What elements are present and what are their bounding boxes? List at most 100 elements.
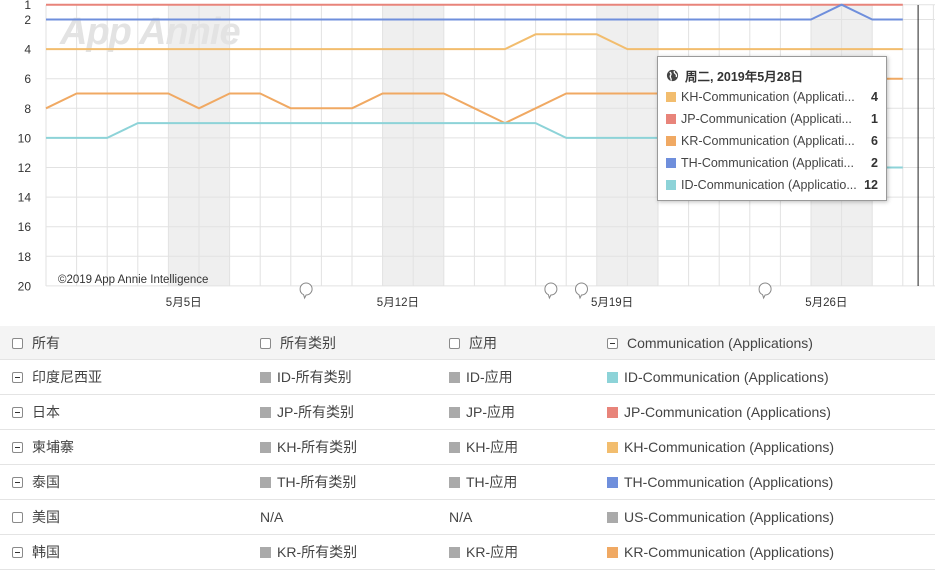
y-tick-label: 10 (18, 131, 32, 145)
y-tick-label: 4 (24, 43, 31, 57)
communication-swatch[interactable] (607, 407, 618, 418)
communication-swatch[interactable] (607, 372, 618, 383)
series-swatch (666, 114, 676, 124)
series-swatch (666, 158, 676, 168)
country-label: 柬埔寨 (32, 439, 74, 455)
tooltip-series-value: 1 (871, 112, 878, 126)
y-tick-label: 2 (24, 13, 31, 27)
annotation-marker[interactable] (299, 282, 313, 300)
category-swatch[interactable] (260, 442, 271, 453)
tooltip-series-value: 6 (871, 134, 878, 148)
table-row: 美国 N/A N/A US-Communication (Applications) (0, 499, 935, 535)
country-checkbox[interactable] (12, 442, 23, 453)
app-label: JP-应用 (466, 404, 515, 420)
country-checkbox[interactable] (12, 407, 23, 418)
app-label: TH-应用 (466, 474, 518, 490)
communication-label: KR-Communication (Applications) (624, 544, 835, 560)
x-tick-label: 5月19日 (591, 297, 633, 309)
header-all-label: 所有 (32, 334, 60, 351)
tooltip-row: KR-Communication (Applicati... 6 (666, 130, 878, 152)
tooltip-row: JP-Communication (Applicati... 1 (666, 108, 878, 130)
app-swatch[interactable] (449, 372, 460, 383)
annotation-marker[interactable] (544, 282, 558, 300)
category-swatch[interactable] (260, 372, 271, 383)
tooltip-series-name: TH-Communication (Applicati... (681, 156, 854, 170)
header-communication-label: Communication (Applications) (627, 334, 813, 351)
header-all-categories-label: 所有类别 (280, 334, 336, 351)
x-tick-label: 5月26日 (805, 297, 847, 309)
country-label: 泰国 (32, 474, 60, 490)
tooltip-series-name: ID-Communication (Applicatio... (681, 178, 857, 192)
tooltip-series-name: KR-Communication (Applicati... (681, 134, 855, 148)
app-annie-watermark: App Annie (59, 11, 240, 53)
hover-tooltip: 周二, 2019年5月28日 KH-Communication (Applica… (657, 56, 887, 201)
all-categories-checkbox[interactable] (260, 337, 271, 349)
country-checkbox[interactable] (12, 512, 23, 523)
y-tick-label: 12 (18, 161, 32, 175)
y-tick-label: 14 (18, 191, 32, 205)
communication-swatch[interactable] (607, 547, 618, 558)
y-tick-label: 16 (18, 220, 32, 234)
tooltip-series-value: 12 (864, 178, 878, 192)
communication-label: ID-Communication (Applications) (624, 369, 829, 385)
table-row: 印度尼西亚 ID-所有类别 ID-应用 ID-Communication (Appli… (0, 359, 935, 395)
communication-checkbox[interactable] (607, 337, 618, 349)
table-header-row: 所有 所有类别 应用 Communication (Applications) (0, 326, 935, 360)
communication-swatch[interactable] (607, 442, 618, 453)
tooltip-series-value: 4 (871, 90, 878, 104)
communication-label: JP-Communication (Applications) (624, 404, 831, 420)
tooltip-series-name: KH-Communication (Applicati... (681, 90, 855, 104)
x-tick-label: 5月12日 (377, 297, 419, 309)
country-label: 韩国 (32, 544, 60, 560)
table-row: 泰国 TH-所有类别 TH-应用 TH-Communication (Applicat… (0, 464, 935, 500)
app-label: KR-应用 (466, 544, 519, 560)
table-row: 日本 JP-所有类别 JP-应用 JP-Communication (Applicat… (0, 394, 935, 430)
y-tick-label: 6 (24, 72, 31, 86)
tooltip-header: 周二, 2019年5月28日 (666, 64, 878, 86)
table-row: 韩国 KR-所有类别 KR-应用 KR-Communication (Applicat… (0, 534, 935, 570)
tooltip-row: KH-Communication (Applicati... 4 (666, 86, 878, 108)
all-checkbox[interactable] (12, 337, 23, 349)
header-apps-label: 应用 (469, 334, 497, 351)
app-swatch[interactable] (449, 442, 460, 453)
tooltip-series-value: 2 (871, 156, 878, 170)
y-tick-label: 18 (18, 250, 32, 264)
y-tick-label: 8 (24, 102, 31, 116)
tooltip-series-name: JP-Communication (Applicati... (681, 112, 852, 126)
country-checkbox[interactable] (12, 547, 23, 558)
series-swatch (666, 92, 676, 102)
country-checkbox[interactable] (12, 477, 23, 488)
app-swatch[interactable] (449, 477, 460, 488)
series-selection-table: 所有 所有类别 应用 Communication (Applications) … (0, 326, 935, 570)
x-tick-label: 5月5日 (166, 297, 202, 309)
country-checkbox[interactable] (12, 372, 23, 383)
country-label: 美国 (32, 509, 60, 525)
category-label: JP-所有类别 (277, 404, 354, 420)
country-label: 日本 (32, 404, 60, 420)
category-swatch[interactable] (260, 407, 271, 418)
category-swatch[interactable] (260, 547, 271, 558)
table-row: 柬埔寨 KH-所有类别 KH-应用 KH-Communication (Applica… (0, 429, 935, 465)
series-swatch (666, 136, 676, 146)
tooltip-row: TH-Communication (Applicati... 2 (666, 152, 878, 174)
app-swatch[interactable] (449, 547, 460, 558)
apps-checkbox[interactable] (449, 337, 460, 349)
category-label: TH-所有类别 (277, 474, 357, 490)
communication-swatch[interactable] (607, 512, 618, 523)
copyright-label: ©2019 App Annie Intelligence (58, 274, 208, 286)
annotation-marker[interactable] (758, 282, 772, 300)
annotation-marker[interactable] (575, 282, 588, 300)
communication-swatch[interactable] (607, 477, 618, 488)
y-tick-label: 1 (24, 0, 31, 12)
country-label: 印度尼西亚 (32, 369, 102, 385)
communication-label: KH-Communication (Applications) (624, 439, 835, 455)
globe-icon (666, 69, 679, 81)
series-swatch (666, 180, 676, 190)
category-label: KR-所有类别 (277, 544, 358, 560)
app-swatch[interactable] (449, 407, 460, 418)
tooltip-date: 周二, 2019年5月28日 (685, 69, 804, 84)
category-label: KH-所有类别 (277, 439, 358, 455)
app-label: KH-应用 (466, 439, 519, 455)
category-swatch[interactable] (260, 477, 271, 488)
communication-label: TH-Communication (Applications) (624, 474, 834, 490)
